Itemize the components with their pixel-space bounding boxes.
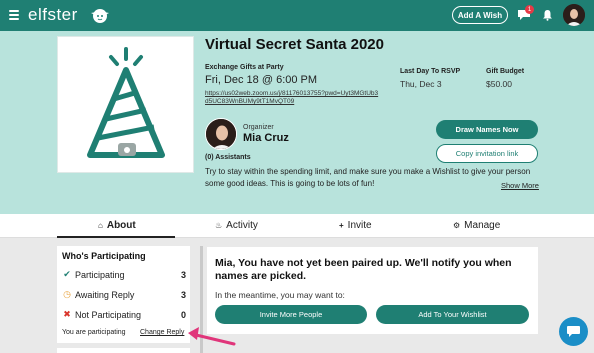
- event-description: Try to stay within the spending limit, a…: [205, 167, 531, 188]
- draw-names-button[interactable]: Draw Names Now: [436, 120, 538, 139]
- bell-icon[interactable]: [542, 9, 553, 21]
- plus-icon: +: [339, 221, 344, 230]
- camera-icon[interactable]: [118, 143, 136, 156]
- tab-label: Activity: [226, 220, 258, 231]
- budget-value: $50.00: [486, 79, 512, 89]
- copy-invitation-link-button[interactable]: Copy invitation link: [436, 144, 538, 163]
- organizer-name: Mia Cruz: [243, 132, 289, 144]
- row-count: 3: [180, 289, 186, 300]
- row-label: Awaiting Reply: [75, 289, 135, 300]
- tab-label: Invite: [347, 220, 372, 231]
- check-icon: ✔: [63, 269, 71, 279]
- active-tab-indicator: [57, 236, 175, 238]
- home-icon: ⌂: [98, 221, 103, 230]
- rsvp-label: Last Day To RSVP: [400, 68, 461, 75]
- chat-support-button[interactable]: [559, 317, 588, 346]
- user-avatar[interactable]: [563, 4, 585, 26]
- next-card: [57, 348, 190, 353]
- row-label: Participating: [75, 269, 125, 280]
- organizer-avatar[interactable]: [205, 118, 237, 150]
- add-to-wishlist-button[interactable]: Add To Your Wishlist: [376, 305, 529, 324]
- participation-title: Who's Participating: [62, 251, 146, 261]
- budget-label: Gift Budget: [486, 68, 525, 75]
- elf-logo-icon: [91, 9, 109, 23]
- clock-icon: ◷: [63, 289, 71, 299]
- bell-icon: ♨: [215, 221, 223, 230]
- top-nav-bar: elfster Add A Wish 1: [0, 0, 594, 31]
- pairing-status-card: Mia, You have not yet been paired up. We…: [207, 247, 538, 334]
- hamburger-menu-icon[interactable]: [9, 10, 19, 20]
- brand-logo-text[interactable]: elfster: [28, 5, 78, 25]
- participation-row[interactable]: ✔ Participating 3: [62, 269, 186, 280]
- annotation-arrow-icon: [188, 327, 236, 346]
- participation-row[interactable]: ✖ Not Participating 0: [62, 309, 186, 320]
- tab-label: About: [106, 220, 136, 231]
- tab-bar: ⌂ About ♨ Activity + Invite ⚙ Manage: [0, 214, 594, 238]
- event-date: Fri, Dec 18 @ 6:00 PM: [205, 74, 318, 86]
- rsvp-value: Thu, Dec 3: [400, 79, 442, 89]
- participation-row[interactable]: ◷ Awaiting Reply 3: [62, 289, 186, 300]
- tab-about[interactable]: ⌂ About: [98, 220, 136, 231]
- assistants-count[interactable]: (0) Assistants: [205, 154, 251, 161]
- row-label: Not Participating: [75, 309, 142, 320]
- pairing-message: Mia, You have not yet been paired up. We…: [215, 257, 512, 282]
- row-count: 3: [180, 269, 186, 280]
- x-icon: ✖: [63, 309, 71, 319]
- chat-bubble-icon: [567, 326, 580, 337]
- tab-manage[interactable]: ⚙ Manage: [453, 220, 500, 231]
- zoom-link[interactable]: https://us02web.zoom.us/j/81176013755?pw…: [205, 90, 380, 106]
- pairing-subtext: In the meantime, you may want to:: [215, 290, 345, 300]
- row-count: 0: [180, 309, 186, 320]
- event-title: Virtual Secret Santa 2020: [205, 36, 384, 53]
- organizer-label: Organizer: [243, 124, 274, 131]
- invite-more-people-button[interactable]: Invite More People: [215, 305, 367, 324]
- show-more-link[interactable]: Show More: [501, 181, 539, 190]
- participation-card: Who's Participating ✔ Participating 3 ◷ …: [57, 246, 190, 343]
- gear-icon: ⚙: [453, 221, 461, 230]
- notification-badge: 1: [525, 5, 534, 14]
- change-reply-link[interactable]: Change Reply: [140, 329, 184, 336]
- tab-invite[interactable]: + Invite: [339, 220, 372, 231]
- you-are-participating: You are participating: [62, 329, 126, 336]
- tab-activity[interactable]: ♨ Activity: [215, 220, 258, 231]
- tab-label: Manage: [464, 220, 501, 231]
- add-wish-button[interactable]: Add A Wish: [452, 6, 508, 24]
- exchange-label: Exchange Gifts at Party: [205, 64, 284, 71]
